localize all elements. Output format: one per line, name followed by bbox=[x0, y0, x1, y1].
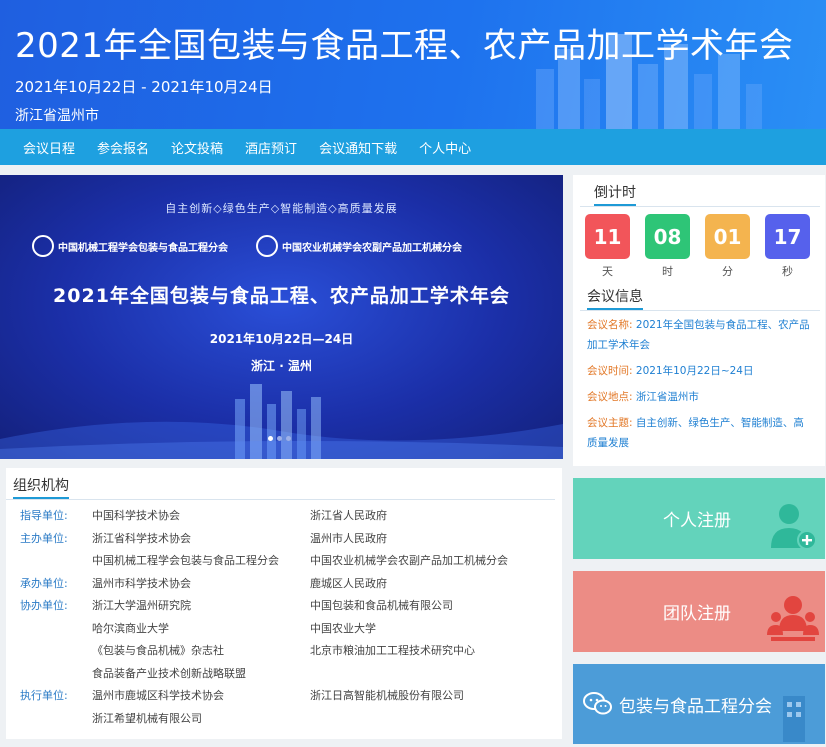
carousel-dot-2[interactable] bbox=[277, 436, 282, 441]
conference-date: 2021年10月22日 - 2021年10月24日 bbox=[15, 78, 273, 96]
countdown-days: 11 天 bbox=[585, 214, 630, 279]
organization-unit: 中国农业机械学会农副产品加工机械分会 bbox=[310, 554, 508, 568]
countdown-minutes: 01 分 bbox=[705, 214, 750, 279]
countdown-seconds-value: 17 bbox=[765, 214, 810, 259]
organization-row: 食品装备产业技术创新战略联盟 bbox=[6, 662, 508, 685]
organization-unit: 中国科学技术协会 bbox=[92, 509, 180, 523]
nav-hotel-booking[interactable]: 酒店预订 bbox=[234, 138, 308, 157]
carousel-dot-1[interactable] bbox=[268, 436, 273, 441]
organization-unit: 浙江省科学技术协会 bbox=[92, 531, 191, 545]
organization-unit: 温州市人民政府 bbox=[310, 531, 387, 545]
countdown-hours: 08 时 bbox=[645, 214, 690, 279]
organization-role-label: 协办单位: bbox=[20, 599, 68, 613]
nav-registration[interactable]: 参会报名 bbox=[86, 138, 160, 157]
organization-unit: 浙江大学温州研究院 bbox=[92, 599, 191, 613]
organization-role-label: 主办单位: bbox=[20, 531, 68, 545]
countdown-days-unit: 天 bbox=[602, 265, 613, 278]
countdown-minutes-value: 01 bbox=[705, 214, 750, 259]
info-time: 会议时间: 2021年10月22日~24日 bbox=[587, 365, 754, 377]
organization-title: 组织机构 bbox=[6, 468, 555, 500]
organization-unit: 温州市科学技术协会 bbox=[92, 576, 191, 590]
team-register-label: 团队注册 bbox=[663, 604, 731, 624]
info-theme: 会议主题: 自主创新、绿色生产、智能制造、高质量发展 bbox=[587, 417, 804, 449]
organization-unit: 鹿城区人民政府 bbox=[310, 576, 387, 590]
banner-slogan: 自主创新◇绿色生产◇智能制造◇高质量发展 bbox=[165, 202, 398, 215]
main-nav: 会议日程 参会报名 论文投稿 酒店预订 会议通知下载 个人中心 bbox=[0, 129, 826, 165]
organization-unit: 北京市粮油加工工程技术研究中心 bbox=[310, 644, 475, 658]
carousel-dots bbox=[268, 436, 291, 441]
organization-unit: 浙江日高智能机械股份有限公司 bbox=[310, 689, 464, 703]
conference-title: 2021年全国包装与食品工程、农产品加工学术年会 bbox=[15, 26, 794, 66]
organization-row: 《包装与食品机械》杂志社 北京市粮油加工工程技术研究中心 bbox=[6, 639, 508, 662]
nav-schedule[interactable]: 会议日程 bbox=[12, 138, 86, 157]
nav-paper-submission[interactable]: 论文投稿 bbox=[160, 138, 234, 157]
team-register-button[interactable]: 团队注册 bbox=[573, 571, 825, 652]
organization-unit: 中国农业大学 bbox=[310, 621, 376, 635]
organization-row: 协办单位: 浙江大学温州研究院 中国包装和食品机械有限公司 bbox=[6, 594, 508, 617]
organization-role-label bbox=[6, 707, 92, 730]
countdown-seconds-unit: 秒 bbox=[782, 265, 793, 278]
banner-title: 2021年全国包装与食品工程、农产品加工学术年会 bbox=[53, 285, 510, 307]
organization-row: 指导单位: 中国科学技术协会 浙江省人民政府 bbox=[6, 504, 508, 527]
organization-role-label: 指导单位: bbox=[20, 509, 68, 523]
organization-unit: 浙江希望机械有限公司 bbox=[92, 711, 202, 725]
csam-logo-icon bbox=[256, 235, 278, 257]
organization-row: 浙江希望机械有限公司 bbox=[6, 707, 508, 730]
banner-carousel[interactable]: 自主创新◇绿色生产◇智能制造◇高质量发展 中国机械工程学会包装与食品工程分会 中… bbox=[0, 175, 563, 459]
organization-role-label bbox=[6, 662, 92, 685]
banner-org-2: 中国农业机械学会农副产品加工机械分会 bbox=[282, 243, 462, 254]
team-icon bbox=[767, 596, 819, 641]
organization-unit: 中国机械工程学会包装与食品工程分会 bbox=[92, 554, 279, 568]
countdown: 11 天 08 时 01 分 17 秒 bbox=[585, 214, 810, 279]
organization-unit: 温州市鹿城区科学技术协会 bbox=[92, 689, 224, 703]
organization-panel: 组织机构 指导单位: 中国科学技术协会 浙江省人民政府 主办单位: 浙江省科学技术协会温… bbox=[6, 468, 562, 739]
banner-city-decoration bbox=[0, 384, 563, 459]
organization-row: 哈尔滨商业大学 中国农业大学 bbox=[6, 617, 508, 640]
countdown-days-value: 11 bbox=[585, 214, 630, 259]
nav-notice-download[interactable]: 会议通知下载 bbox=[308, 138, 408, 157]
organization-row: 承办单位: 温州市科学技术协会 鹿城区人民政府 bbox=[6, 572, 508, 595]
info-name: 会议名称: 2021年全国包装与食品工程、农产品加工学术年会 bbox=[587, 319, 810, 351]
organization-unit: 中国包装和食品机械有限公司 bbox=[310, 599, 453, 613]
organization-unit: 哈尔滨商业大学 bbox=[92, 621, 169, 635]
person-add-icon bbox=[771, 504, 817, 550]
countdown-hours-value: 08 bbox=[645, 214, 690, 259]
organization-unit: 浙江省人民政府 bbox=[310, 509, 387, 523]
organization-unit bbox=[310, 707, 508, 730]
info-location: 会议地点: 浙江省温州市 bbox=[587, 391, 699, 403]
wechat-account-label: 包装与食品工程分会 bbox=[619, 696, 772, 717]
meeting-info-title: 会议信息 bbox=[580, 284, 820, 311]
nav-user-center[interactable]: 个人中心 bbox=[408, 138, 482, 157]
organization-row: 中国机械工程学会包装与食品工程分会 中国农业机械学会农副产品加工机械分会 bbox=[6, 549, 508, 572]
conference-place: 浙江省温州市 bbox=[15, 108, 99, 124]
organization-unit bbox=[310, 662, 508, 685]
personal-register-label: 个人注册 bbox=[663, 511, 731, 531]
hotel-building-icon bbox=[783, 696, 805, 742]
countdown-minutes-unit: 分 bbox=[722, 265, 733, 278]
organization-role-label bbox=[6, 549, 92, 572]
wechat-account-button[interactable]: 包装与食品工程分会 bbox=[573, 664, 825, 744]
organization-role-label bbox=[6, 617, 92, 640]
banner-date: 2021年10月22日—24日 bbox=[209, 332, 354, 346]
cmes-logo-icon bbox=[32, 235, 54, 257]
sidebar-panel: 倒计时 11 天 08 时 01 分 17 秒 会议信息 会议名称: 2021年… bbox=[573, 175, 825, 466]
meeting-info: 会议名称: 2021年全国包装与食品工程、农产品加工学术年会 会议时间: 202… bbox=[587, 315, 813, 459]
organization-role-label: 执行单位: bbox=[20, 689, 68, 703]
banner-org-1: 中国机械工程学会包装与食品工程分会 bbox=[58, 243, 228, 254]
wechat-icon bbox=[583, 692, 612, 715]
personal-register-button[interactable]: 个人注册 bbox=[573, 478, 825, 559]
countdown-title: 倒计时 bbox=[580, 175, 820, 207]
organization-unit: 《包装与食品机械》杂志社 bbox=[92, 644, 224, 658]
countdown-seconds: 17 秒 bbox=[765, 214, 810, 279]
organization-role-label bbox=[6, 639, 92, 662]
site-header: 2021年全国包装与食品工程、农产品加工学术年会 2021年10月22日 - 2… bbox=[0, 0, 826, 129]
organization-row: 执行单位: 温州市鹿城区科学技术协会 浙江日高智能机械股份有限公司 bbox=[6, 684, 508, 707]
carousel-dot-3[interactable] bbox=[286, 436, 291, 441]
organization-table: 指导单位: 中国科学技术协会 浙江省人民政府主办单位: 浙江省科学技术协会 温州市人民政… bbox=[6, 504, 508, 729]
organization-role-label: 承办单位: bbox=[20, 576, 68, 590]
organization-row: 主办单位: 浙江省科学技术协会 温州市人民政府 bbox=[6, 527, 508, 550]
organization-unit: 食品装备产业技术创新战略联盟 bbox=[92, 666, 246, 680]
countdown-hours-unit: 时 bbox=[662, 265, 673, 278]
